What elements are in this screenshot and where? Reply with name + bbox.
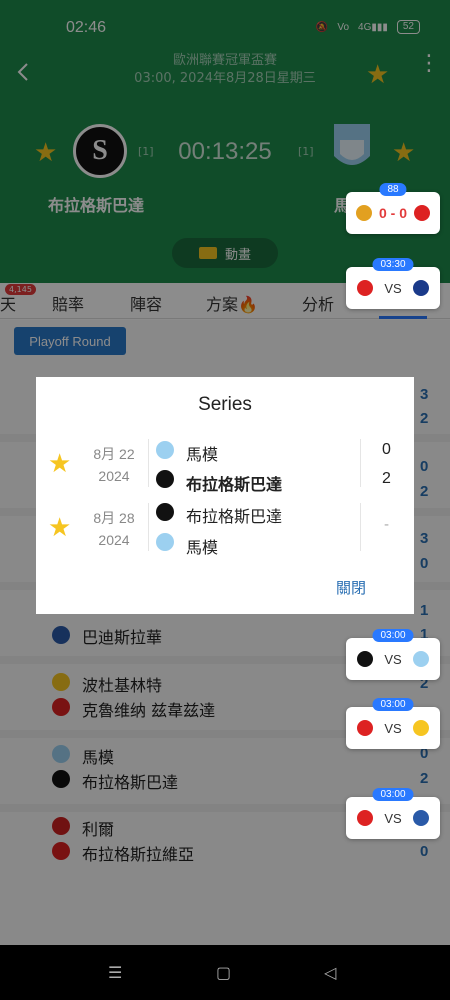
system-nav-bar: ☰ ▢ ◁: [0, 945, 450, 1000]
divider: [148, 503, 149, 551]
recent-apps-icon[interactable]: ☰: [108, 963, 122, 982]
team-logo: [412, 280, 429, 296]
close-button[interactable]: 關閉: [336, 577, 366, 598]
match-date: 8月 28 2024: [84, 507, 144, 551]
team-logo: [156, 503, 174, 521]
divider: [360, 503, 361, 551]
favorite-star-icon[interactable]: ★: [48, 449, 71, 479]
home-icon[interactable]: ▢: [216, 963, 231, 982]
series-team-name: 布拉格斯巴達: [186, 475, 283, 494]
team-logo: [412, 810, 429, 826]
upcoming-match-widget[interactable]: 03:00 VS: [346, 629, 440, 680]
team-logo: [156, 533, 174, 551]
widget-vs: VS: [384, 651, 402, 667]
team-logo: [412, 720, 429, 736]
series-score: 2: [382, 470, 391, 487]
widget-time: 03:00: [372, 629, 414, 642]
dialog-title: Series: [198, 394, 252, 415]
divider: [360, 439, 361, 487]
widget-time: 03:30: [372, 258, 414, 271]
widget-vs: VS: [384, 810, 402, 826]
match-year: 2024: [98, 532, 130, 548]
team-logo: [357, 720, 374, 736]
match-date: 8月 22 2024: [84, 443, 144, 487]
series-score: 0: [382, 441, 391, 458]
team-logo: [414, 205, 431, 221]
team-logo: [412, 651, 429, 667]
team-logo: [156, 470, 174, 488]
match-day: 8月 28: [93, 510, 135, 526]
upcoming-match-widget[interactable]: 03:00 VS: [346, 698, 440, 749]
series-dialog: Series ★ 8月 22 2024 馬模 布拉格斯巴達 0 2 ★ 8月 2…: [36, 377, 414, 614]
match-year: 2024: [98, 468, 130, 484]
upcoming-match-widget[interactable]: 03:30 VS: [346, 258, 440, 309]
team-logo: [156, 441, 174, 459]
back-icon[interactable]: ◁: [324, 963, 336, 982]
match-day: 8月 22: [93, 446, 135, 462]
live-match-widget[interactable]: 88 0 - 0: [346, 183, 440, 234]
series-team-name: 馬模: [186, 445, 219, 464]
widget-vs: VS: [384, 280, 402, 296]
team-logo: [355, 205, 372, 221]
team-logo: [357, 280, 374, 296]
widget-time: 03:00: [372, 788, 414, 801]
widget-time: 03:00: [372, 698, 414, 711]
series-team-name: 馬模: [186, 538, 219, 557]
widget-vs: VS: [384, 720, 402, 736]
team-logo: [357, 651, 374, 667]
team-logo: [357, 810, 374, 826]
favorite-star-icon[interactable]: ★: [48, 513, 71, 543]
widget-minute: 88: [379, 183, 407, 196]
series-score-placeholder: -: [384, 517, 390, 533]
series-team-name: 布拉格斯巴達: [186, 507, 283, 526]
widget-score: 0 - 0: [378, 205, 407, 221]
divider: [148, 439, 149, 487]
upcoming-match-widget[interactable]: 03:00 VS: [346, 788, 440, 839]
